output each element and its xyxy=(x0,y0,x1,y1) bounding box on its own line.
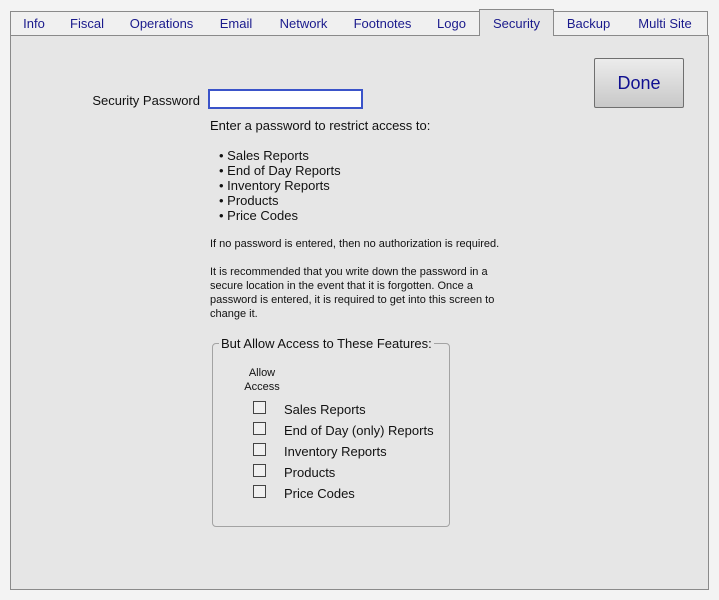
recommendation-line-1: It is recommended that you write down th… xyxy=(210,266,488,278)
checkbox-inventory-reports[interactable] xyxy=(253,443,266,456)
checkbox-price-codes[interactable] xyxy=(253,485,266,498)
tab-fiscal[interactable]: Fiscal xyxy=(57,11,118,35)
tab-operations[interactable]: Operations xyxy=(117,11,207,35)
checkbox-end-of-day-reports[interactable] xyxy=(253,422,266,435)
tab-bar: Info Fiscal Operations Email Network Foo… xyxy=(10,9,708,36)
recommendation-line-4: change it. xyxy=(210,308,258,320)
tab-security[interactable]: Security xyxy=(479,9,554,36)
done-button[interactable]: Done xyxy=(594,58,684,108)
tab-footnotes[interactable]: Footnotes xyxy=(341,11,425,35)
recommendation-line-2: secure location in the event that it is … xyxy=(210,280,473,292)
allow-header-line-2: Access xyxy=(244,381,280,393)
checkbox-label-sales-reports: Sales Reports xyxy=(284,402,366,417)
security-password-label: Security Password xyxy=(92,93,200,108)
checkbox-label-price-codes: Price Codes xyxy=(284,486,355,501)
tab-backup[interactable]: Backup xyxy=(554,11,624,35)
checkbox-products[interactable] xyxy=(253,464,266,477)
tab-logo[interactable]: Logo xyxy=(424,11,480,35)
restricted-item-sales-reports: • Sales Reports xyxy=(219,148,309,163)
tab-network[interactable]: Network xyxy=(266,11,342,35)
checkbox-label-products: Products xyxy=(284,465,336,480)
tab-email[interactable]: Email xyxy=(206,11,267,35)
allow-header-line-1: Allow xyxy=(248,367,276,379)
security-password-input[interactable] xyxy=(208,89,363,109)
intro-text: Enter a password to restrict access to: xyxy=(210,118,431,133)
tab-info[interactable]: Info xyxy=(10,11,58,35)
allow-access-column-header: Allow Access xyxy=(236,366,288,394)
allow-access-legend: But Allow Access to These Features: xyxy=(219,336,434,351)
restricted-item-price-codes: • Price Codes xyxy=(219,208,298,223)
restricted-item-end-of-day-reports: • End of Day Reports xyxy=(219,163,341,178)
checkbox-label-inventory-reports: Inventory Reports xyxy=(284,444,387,459)
checkbox-sales-reports[interactable] xyxy=(253,401,266,414)
restricted-item-products: • Products xyxy=(219,193,279,208)
checkbox-label-end-of-day-reports: End of Day (only) Reports xyxy=(284,423,434,438)
recommendation-line-3: password is entered, it is required to g… xyxy=(210,294,495,306)
restricted-item-inventory-reports: • Inventory Reports xyxy=(219,178,330,193)
tab-multi-site[interactable]: Multi Site xyxy=(623,11,708,35)
no-password-note: If no password is entered, then no autho… xyxy=(210,238,500,250)
